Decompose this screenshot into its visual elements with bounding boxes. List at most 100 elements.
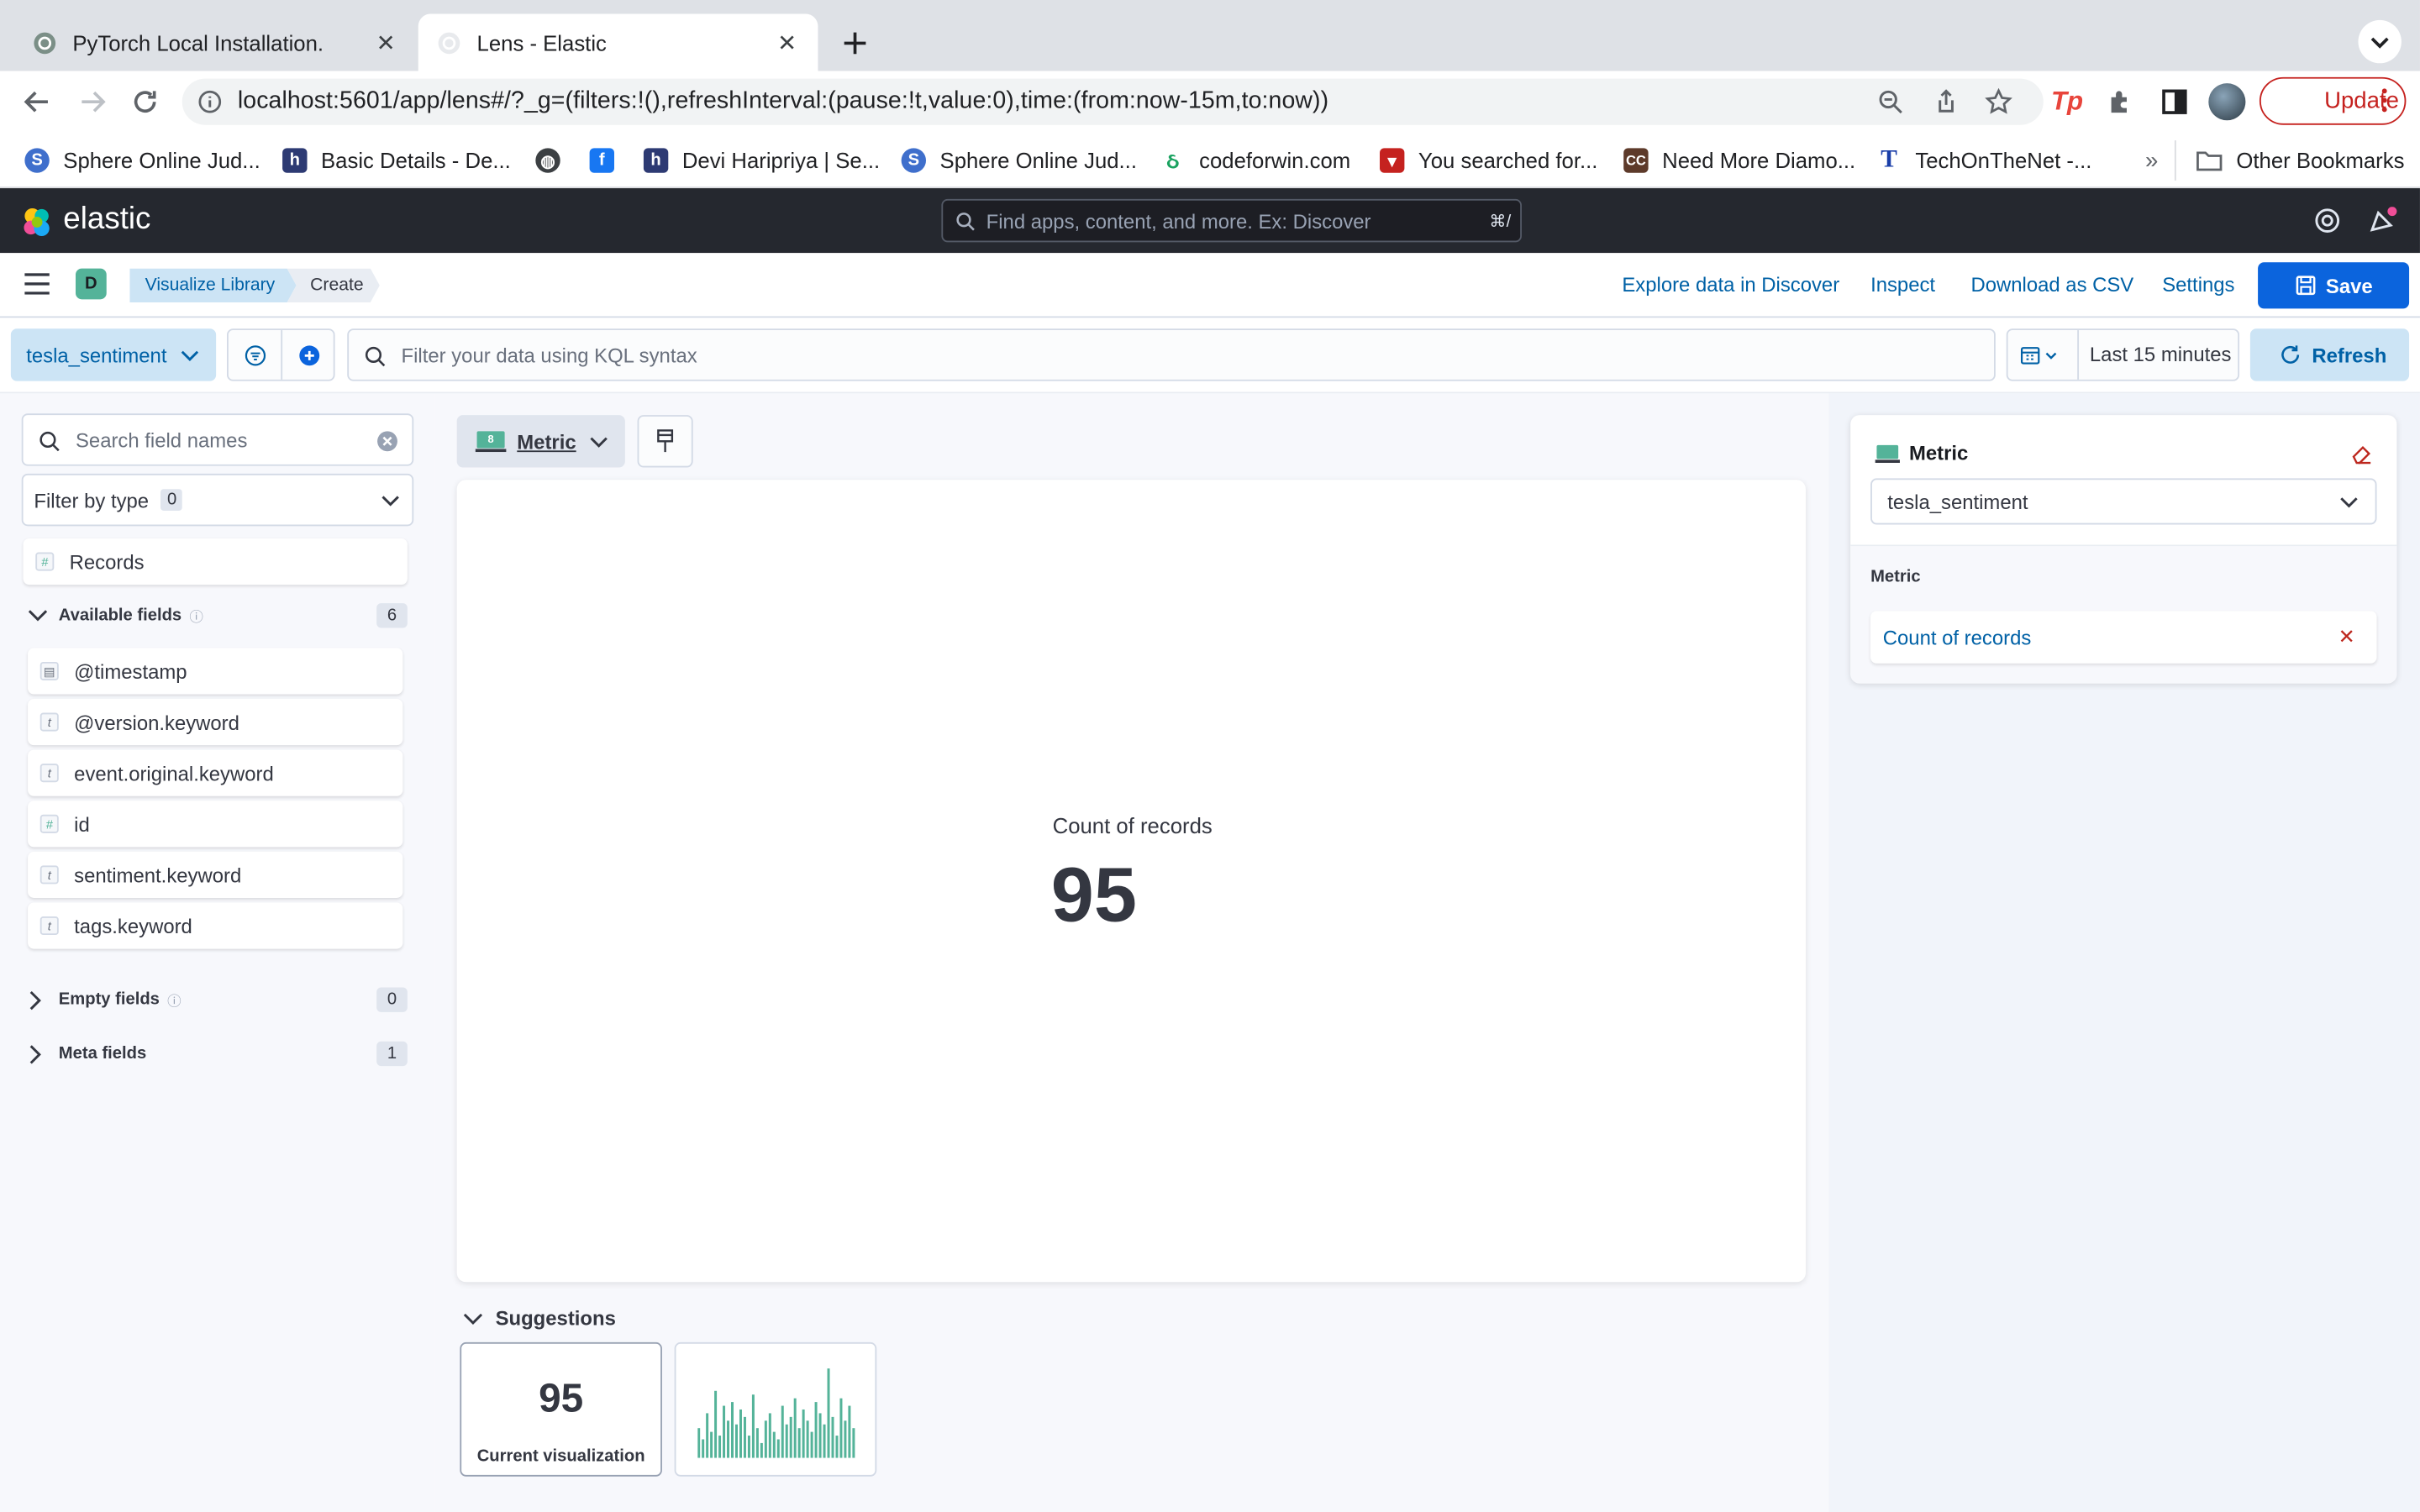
address-bar[interactable]: localhost:5601/app/lens#/?_g=(filters:!(… — [182, 78, 2044, 125]
field-item[interactable]: t tags.keyword — [28, 902, 403, 949]
search-field-names-placeholder: Search field names — [75, 428, 248, 452]
bookmark-item[interactable]: T TechOnTheNet -... — [1876, 145, 2091, 176]
share-icon[interactable] — [1933, 88, 1960, 116]
string-field-icon: t — [39, 916, 59, 936]
extensions-puzzle-icon[interactable] — [2105, 87, 2136, 118]
time-range-label[interactable]: Last 15 minutes — [2090, 343, 2232, 366]
space-avatar[interactable]: D — [75, 268, 107, 300]
bookmark-item[interactable]: S Sphere Online Jud... — [24, 145, 260, 176]
field-item[interactable]: t sentiment.keyword — [28, 851, 403, 898]
bookmark-item[interactable]: h Basic Details - De... — [282, 145, 511, 176]
bookmark-item[interactable]: ઠ codeforwin.com — [1160, 145, 1350, 176]
data-view-picker[interactable]: tesla_sentiment — [10, 328, 217, 381]
save-button[interactable]: Save — [2258, 262, 2410, 309]
tab-search-chevron-icon[interactable] — [2358, 19, 2402, 64]
calendar-icon[interactable] — [2020, 345, 2060, 365]
field-item[interactable]: t @version.keyword — [28, 699, 403, 746]
filter-options-icon[interactable] — [244, 344, 267, 368]
codeforwin-icon: ઠ — [1160, 147, 1186, 173]
chart-bar — [768, 1413, 771, 1458]
breadcrumb-visualize-library[interactable]: Visualize Library — [129, 269, 296, 302]
records-field[interactable]: # Records — [23, 538, 408, 585]
global-search-input[interactable]: Find apps, content, and more. Ex: Discov… — [941, 198, 1522, 243]
tab-title: Lens - Elastic — [476, 29, 607, 55]
chart-bar — [776, 1439, 780, 1458]
close-tab-icon[interactable]: ✕ — [775, 30, 799, 56]
chart-bar — [697, 1428, 701, 1458]
bookmark-item[interactable]: S Sphere Online Jud... — [901, 145, 1137, 176]
help-icon[interactable] — [2313, 207, 2341, 234]
empty-fields-toggle[interactable]: Empty fields ⓘ — [28, 986, 182, 1014]
field-item[interactable]: t event.original.keyword — [28, 749, 403, 796]
menu-hamburger-icon[interactable] — [24, 273, 51, 295]
filter-by-type-button[interactable]: Filter by type 0 — [21, 473, 414, 527]
empty-fields-count: 0 — [376, 987, 408, 1012]
meta-fields-toggle[interactable]: Meta fields — [28, 1040, 146, 1068]
data-view-label: tesla_sentiment — [26, 343, 167, 367]
bookmark-item[interactable]: f — [589, 145, 629, 176]
field-item[interactable]: # id — [28, 801, 403, 848]
app-menu-bar: D Visualize Library Create Explore data … — [0, 253, 2420, 318]
inspect-link[interactable]: Inspect — [1870, 273, 1935, 297]
bookmark-star-icon[interactable] — [1985, 87, 2012, 116]
field-item[interactable]: ▤ @timestamp — [28, 648, 403, 695]
chart-switcher-button[interactable]: 8 Metric — [456, 415, 625, 468]
bookmark-item[interactable]: h Devi Haripriya | Se... — [643, 145, 880, 176]
search-icon — [364, 345, 386, 367]
explore-in-discover-link[interactable]: Explore data in Discover — [1622, 273, 1839, 297]
clear-layer-eraser-icon[interactable] — [2350, 443, 2372, 465]
reload-icon[interactable] — [129, 87, 160, 118]
new-tab-button[interactable] — [830, 18, 880, 68]
tp-extension-icon[interactable]: Tp — [2051, 87, 2083, 118]
sphere-icon: S — [901, 148, 927, 173]
search-icon — [955, 212, 976, 232]
download-csv-link[interactable]: Download as CSV — [1970, 273, 2133, 297]
bookmark-item[interactable]: ▾ You searched for... — [1380, 145, 1597, 176]
time-picker[interactable]: Last 15 minutes — [2006, 328, 2240, 381]
visual-options-button[interactable] — [637, 415, 693, 468]
close-tab-icon[interactable]: ✕ — [373, 30, 397, 56]
chart-bar — [714, 1390, 718, 1458]
chevron-down-icon — [28, 608, 48, 623]
forward-arrow-icon[interactable] — [77, 87, 108, 118]
more-bookmarks-chevron-icon[interactable]: » — [2145, 145, 2158, 176]
back-arrow-icon[interactable] — [22, 87, 53, 118]
bookmark-item[interactable]: CC Need More Diamo... — [1623, 145, 1855, 176]
add-filter-icon[interactable] — [297, 344, 321, 368]
browser-tab-pytorch[interactable]: PyTorch Local Installation. ✕ — [14, 14, 417, 71]
chart-type-label: Metric — [517, 429, 576, 454]
available-fields-toggle[interactable]: Available fields ⓘ — [28, 601, 203, 629]
refresh-button[interactable]: Refresh — [2249, 328, 2410, 381]
other-bookmarks[interactable]: Other Bookmarks — [2196, 145, 2404, 176]
chevron-right-icon — [28, 1044, 43, 1064]
filter-count-badge: 0 — [160, 489, 183, 511]
chart-bar — [702, 1439, 705, 1458]
chart-bar — [731, 1402, 734, 1458]
zoom-icon[interactable] — [1876, 88, 1904, 116]
site-info-icon[interactable] — [197, 90, 222, 114]
elastic-logo-icon[interactable] — [20, 205, 54, 239]
suggestion-current[interactable]: 95 Current visualization — [460, 1341, 662, 1477]
suggestion-bar-chart[interactable] — [674, 1341, 877, 1477]
chart-bar — [772, 1431, 776, 1458]
side-panel-icon[interactable] — [2160, 87, 2191, 118]
elastic-brand[interactable]: elastic — [63, 202, 150, 238]
browser-tab-lens[interactable]: Lens - Elastic ✕ — [418, 13, 818, 71]
search-icon — [39, 430, 60, 452]
dimension-label: Count of records — [1882, 625, 2032, 649]
search-field-names-input[interactable]: Search field names — [21, 413, 414, 466]
string-field-icon: t — [39, 865, 59, 885]
suggestions-toggle[interactable]: Suggestions — [463, 1307, 616, 1330]
news-feed-icon[interactable] — [2367, 207, 2398, 234]
update-button[interactable]: Update — [2259, 76, 2407, 125]
profile-avatar[interactable] — [2208, 83, 2246, 121]
kql-query-input[interactable]: Filter your data using KQL syntax — [347, 328, 1996, 381]
settings-link[interactable]: Settings — [2162, 273, 2234, 297]
bookmark-item[interactable]: ◍ — [535, 145, 574, 176]
chart-bar — [844, 1420, 847, 1458]
remove-dimension-icon[interactable]: ✕ — [2338, 625, 2355, 649]
layer-data-view-select[interactable]: tesla_sentiment — [1870, 478, 2377, 525]
dimension-button[interactable]: Count of records ✕ — [1870, 611, 2377, 664]
clear-search-icon[interactable] — [376, 430, 398, 452]
string-field-icon: t — [39, 712, 59, 732]
